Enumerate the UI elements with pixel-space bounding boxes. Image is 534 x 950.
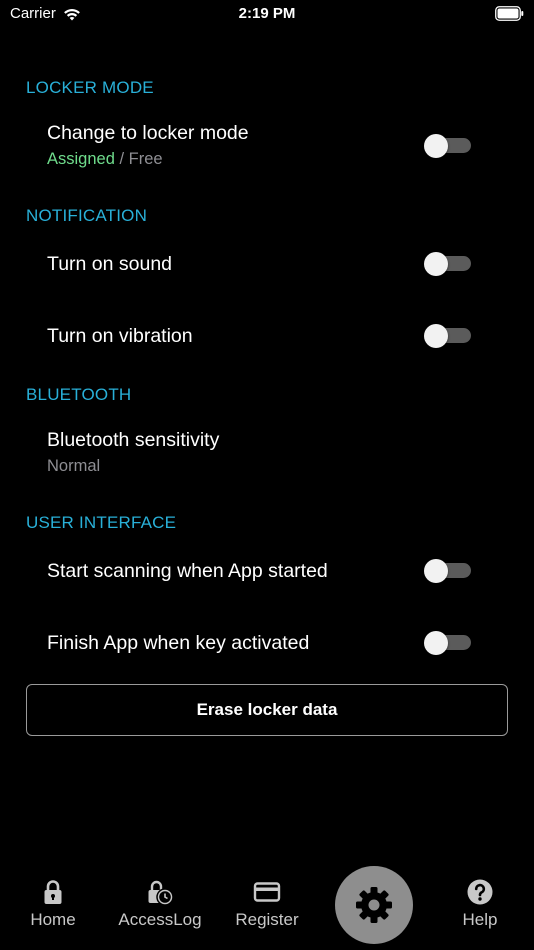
change-locker-mode-label: Change to locker mode (47, 122, 249, 144)
section-header-locker-mode: LOCKER MODE (26, 78, 154, 97)
status-bar: Carrier 2:19 PM (0, 0, 534, 30)
toggle-knob (424, 631, 448, 655)
start-scanning-label: Start scanning when App started (47, 560, 328, 582)
locker-mode-toggle[interactable] (424, 134, 472, 158)
lock-icon (44, 880, 62, 904)
tab-help[interactable]: Help (430, 878, 530, 938)
settings-button[interactable] (335, 866, 413, 944)
tab-access-log[interactable]: AccessLog (110, 878, 210, 938)
locker-status-free: / Free (114, 150, 163, 168)
section-header-user-interface: USER INTERFACE (26, 513, 177, 532)
locker-status-assigned: Assigned (47, 150, 115, 168)
lock-clock-icon (148, 880, 174, 906)
question-icon (467, 879, 493, 905)
turn-on-vibration-label: Turn on vibration (47, 325, 193, 347)
toggle-knob (424, 324, 448, 348)
section-header-notification: NOTIFICATION (26, 206, 148, 225)
tab-home[interactable]: Home (3, 878, 103, 938)
battery-icon (495, 6, 524, 21)
toggle-knob (424, 134, 448, 158)
tab-help-label: Help (462, 910, 498, 929)
finish-app-label: Finish App when key activated (47, 632, 310, 654)
erase-locker-data-button[interactable]: Erase locker data (26, 684, 508, 736)
turn-on-sound-label: Turn on sound (47, 253, 173, 275)
toggle-knob (424, 559, 448, 583)
finish-app-toggle[interactable] (424, 631, 472, 655)
tab-access-log-label: AccessLog (118, 910, 202, 929)
section-header-bluetooth: BLUETOOTH (26, 385, 132, 404)
tab-register[interactable]: Register (217, 878, 317, 938)
sound-toggle[interactable] (424, 252, 472, 276)
card-icon (253, 882, 281, 902)
status-time: 2:19 PM (238, 5, 296, 22)
tab-home-label: Home (30, 910, 76, 929)
bluetooth-sensitivity-label[interactable]: Bluetooth sensitivity (47, 429, 219, 452)
locker-status: Assigned / Free (47, 150, 163, 169)
gear-icon (356, 887, 392, 923)
start-scanning-toggle[interactable] (424, 559, 472, 583)
bluetooth-sensitivity-value: Normal (47, 457, 101, 475)
vibration-toggle[interactable] (424, 324, 472, 348)
toggle-knob (424, 252, 448, 276)
tab-register-label: Register (235, 910, 299, 929)
